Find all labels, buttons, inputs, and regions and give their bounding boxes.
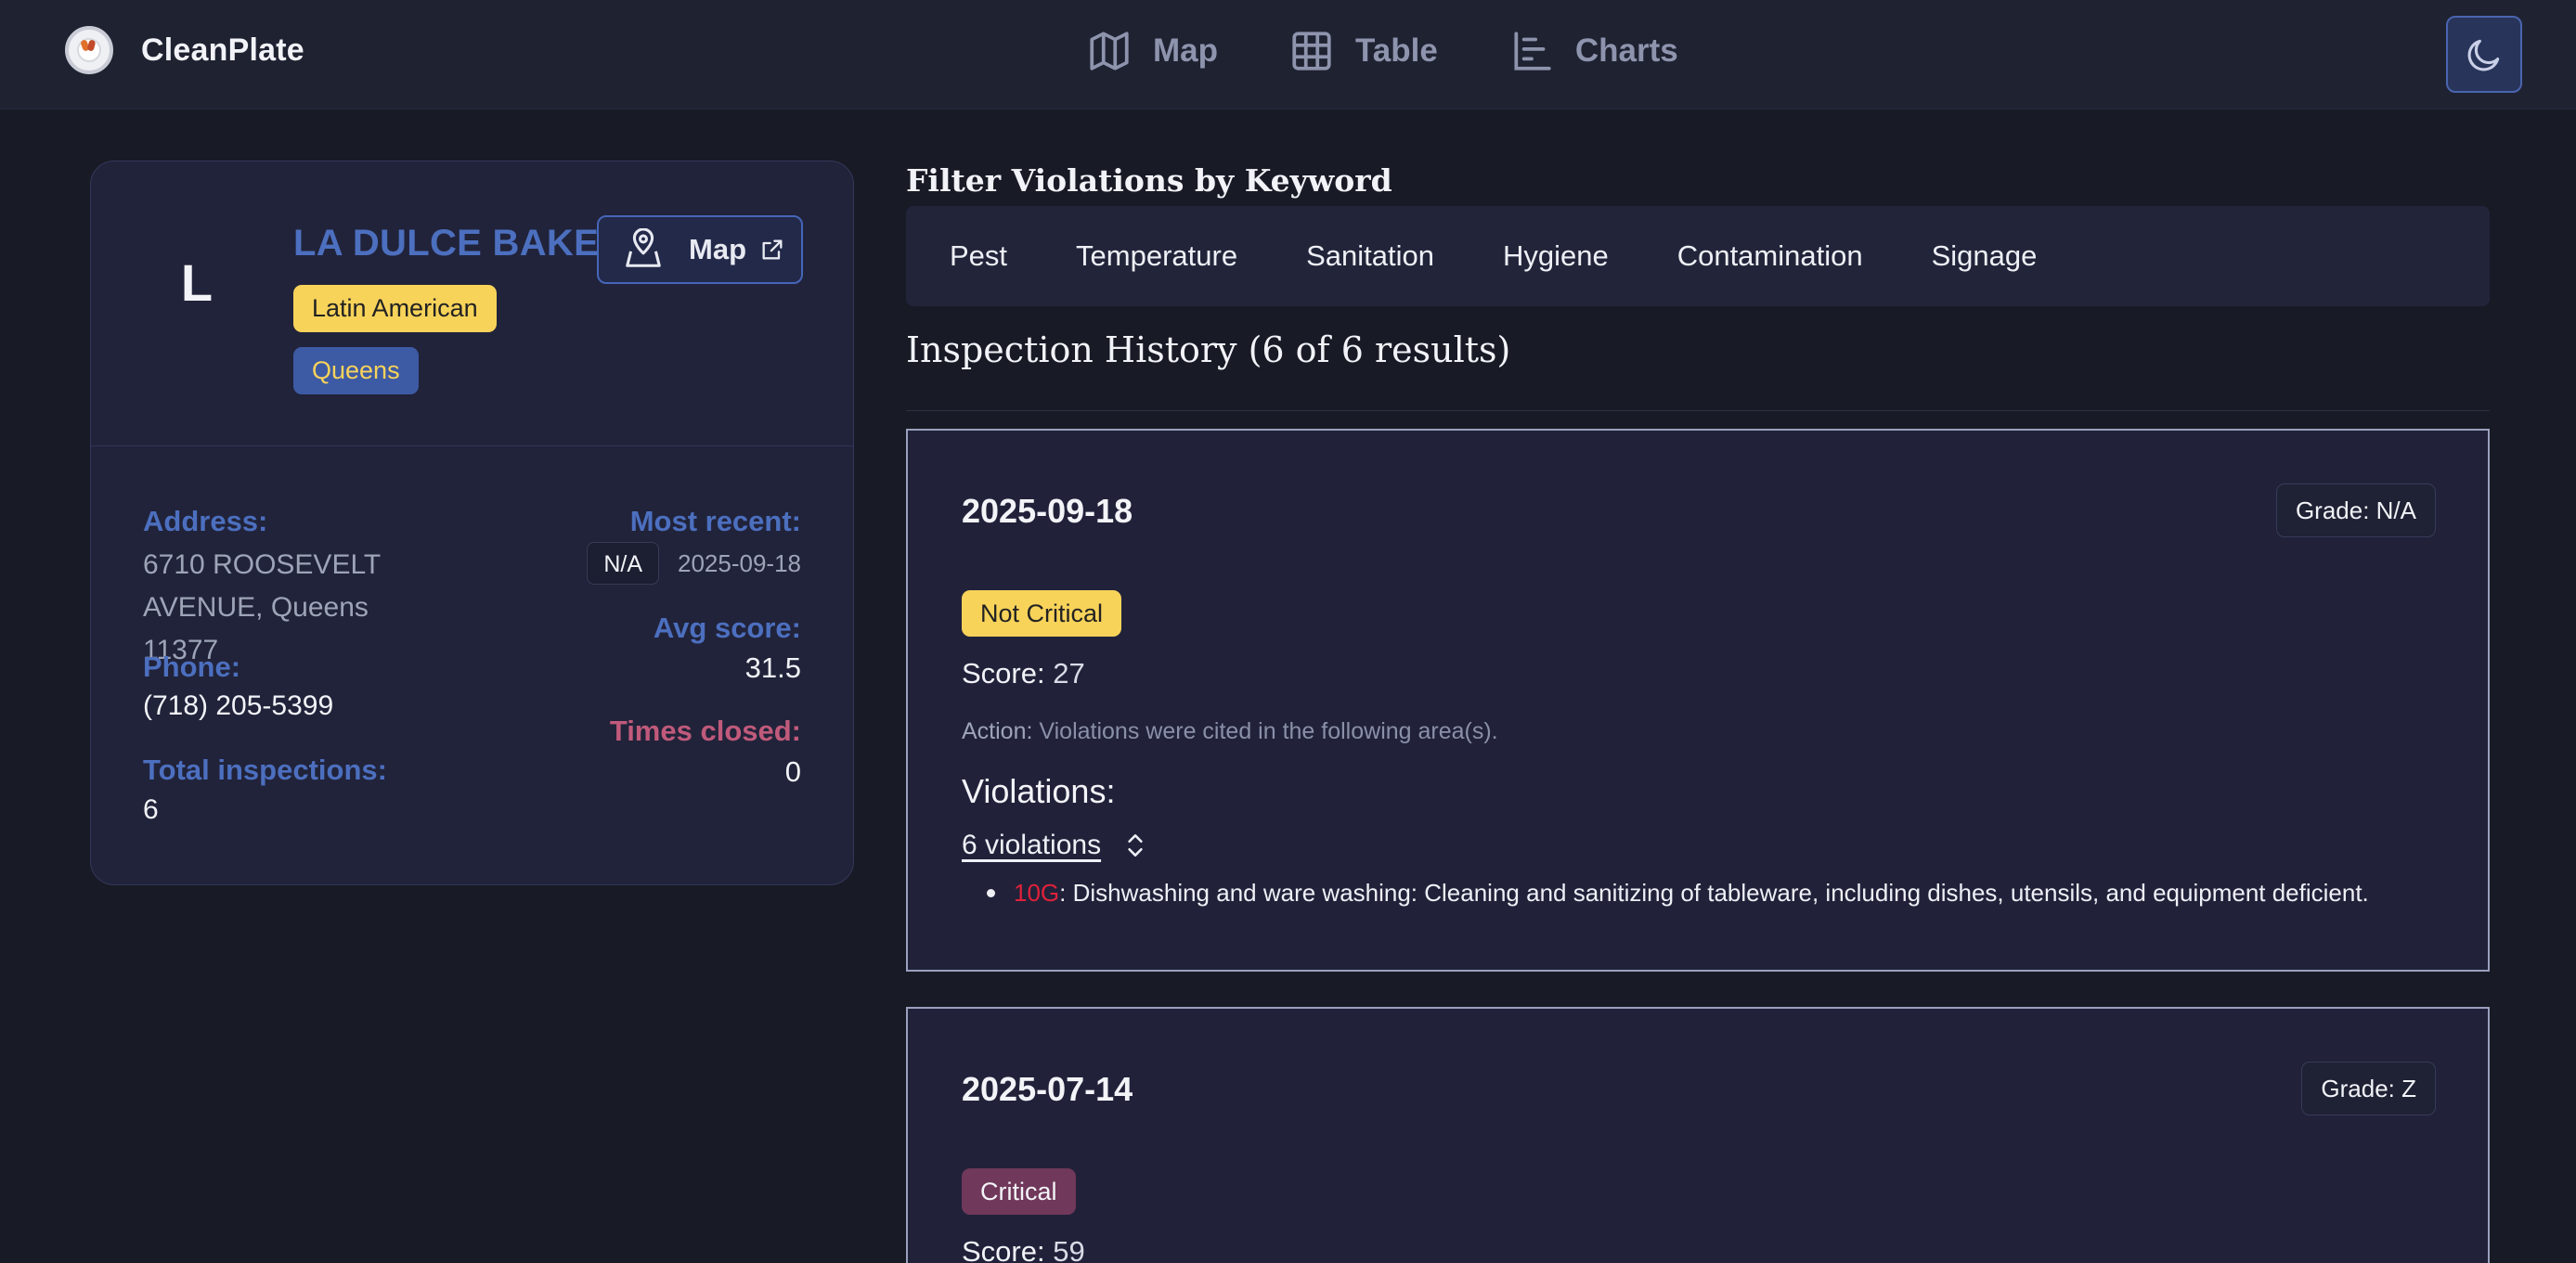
- open-map-button[interactable]: Map: [597, 215, 803, 284]
- times-closed-label: Times closed:: [609, 715, 801, 747]
- brand[interactable]: CleanPlate: [65, 26, 304, 74]
- violation-code: 10G: [1014, 879, 1060, 907]
- cleanplate-logo: [65, 26, 113, 74]
- nav-table[interactable]: Table: [1288, 28, 1438, 74]
- expand-collapse-icon: [1128, 834, 1143, 857]
- nav-links: Map Table Charts: [1086, 28, 1749, 74]
- grade-badge: Grade: N/A: [2275, 483, 2436, 537]
- critical-status-badge: Not Critical: [962, 590, 1122, 637]
- violation-item: 10G : Dishwashing and ware washing: Clea…: [987, 879, 2369, 908]
- nav-map-label: Map: [1153, 32, 1218, 69]
- restaurant-avatar: L: [180, 253, 214, 312]
- nav-charts-label: Charts: [1574, 32, 1678, 69]
- bullet: [987, 889, 995, 897]
- score-value: 59: [1053, 1235, 1085, 1263]
- grade-badge: Grade: Z: [2301, 1062, 2436, 1115]
- inspection-score: Score: 27: [962, 657, 1085, 690]
- filter-title: Filter Violations by Keyword: [906, 162, 1392, 199]
- borough-tag: Queens: [293, 347, 419, 394]
- filter-chip-signage[interactable]: Signage: [1932, 239, 2038, 273]
- recent-date: 2025-09-18: [678, 548, 801, 577]
- violations-toggle[interactable]: 6 violations: [962, 830, 1147, 861]
- avg-score-label: Avg score:: [653, 612, 801, 644]
- chart-icon: [1514, 32, 1551, 71]
- violation-description: : Dishwashing and ware washing: Cleaning…: [1059, 879, 2369, 907]
- recent-grade-badge: N/A: [587, 542, 659, 585]
- nav-charts[interactable]: Charts: [1508, 28, 1678, 74]
- theme-toggle-button[interactable]: [2446, 16, 2522, 93]
- times-closed-value: 0: [784, 755, 801, 788]
- inspection-action: Action: Violations were cited in the fol…: [962, 718, 1498, 745]
- score-label: Score:: [962, 657, 1045, 689]
- nav-table-label: Table: [1355, 32, 1438, 69]
- external-link-icon: [762, 239, 783, 260]
- score-value: 27: [1053, 657, 1085, 689]
- most-recent-row: N/A 2025-09-18: [587, 542, 801, 585]
- inspection-card: 2025-09-18 Grade: N/A Not Critical Score…: [906, 429, 2490, 972]
- restaurant-card: L LA DULCE BAKERY Latin American Queens …: [90, 161, 854, 885]
- action-value: Violations were cited in the following a…: [1039, 718, 1498, 744]
- total-inspections-value: 6: [143, 794, 159, 825]
- cuisine-tag: Latin American: [293, 285, 497, 332]
- inspection-history-title: Inspection History (6 of 6 results): [906, 329, 1511, 370]
- filter-chip-contamination[interactable]: Contamination: [1677, 239, 1863, 273]
- avg-score-value: 31.5: [744, 651, 801, 684]
- app-name: CleanPlate: [141, 32, 304, 68]
- history-divider: [906, 410, 2490, 411]
- keyword-filter-bar: Pest Temperature Sanitation Hygiene Cont…: [906, 206, 2490, 306]
- map-pin-icon: [626, 228, 661, 267]
- filter-chip-pest[interactable]: Pest: [950, 239, 1007, 273]
- table-icon: [1292, 32, 1331, 71]
- inspection-date: 2025-07-14: [962, 1070, 1133, 1108]
- moon-icon: [2467, 39, 2500, 71]
- action-label: Action:: [962, 718, 1033, 744]
- inspection-card: 2025-07-14 Grade: Z Critical Score: 59: [906, 1007, 2490, 1263]
- filter-chip-sanitation[interactable]: Sanitation: [1306, 239, 1434, 273]
- violations-count: 6 violations: [962, 830, 1102, 860]
- map-icon: [1090, 32, 1129, 71]
- map-button-label: Map: [689, 233, 746, 265]
- address-label: Address:: [143, 505, 268, 537]
- violations-heading: Violations:: [962, 772, 1116, 810]
- total-inspections-label: Total inspections:: [143, 754, 387, 786]
- card-divider: [91, 445, 853, 446]
- filter-chip-hygiene[interactable]: Hygiene: [1503, 239, 1609, 273]
- nav-map[interactable]: Map: [1086, 28, 1218, 74]
- most-recent-label: Most recent:: [629, 505, 801, 537]
- inspection-score: Score: 59: [962, 1235, 1085, 1263]
- filter-chip-temperature[interactable]: Temperature: [1076, 239, 1237, 273]
- score-label: Score:: [962, 1235, 1045, 1263]
- critical-status-badge: Critical: [962, 1168, 1076, 1215]
- phone-label: Phone:: [143, 651, 241, 683]
- inspection-date: 2025-09-18: [962, 492, 1133, 530]
- phone-value[interactable]: (718) 205-5399: [143, 690, 333, 722]
- top-navbar: CleanPlate Map Table Charts: [0, 0, 2576, 110]
